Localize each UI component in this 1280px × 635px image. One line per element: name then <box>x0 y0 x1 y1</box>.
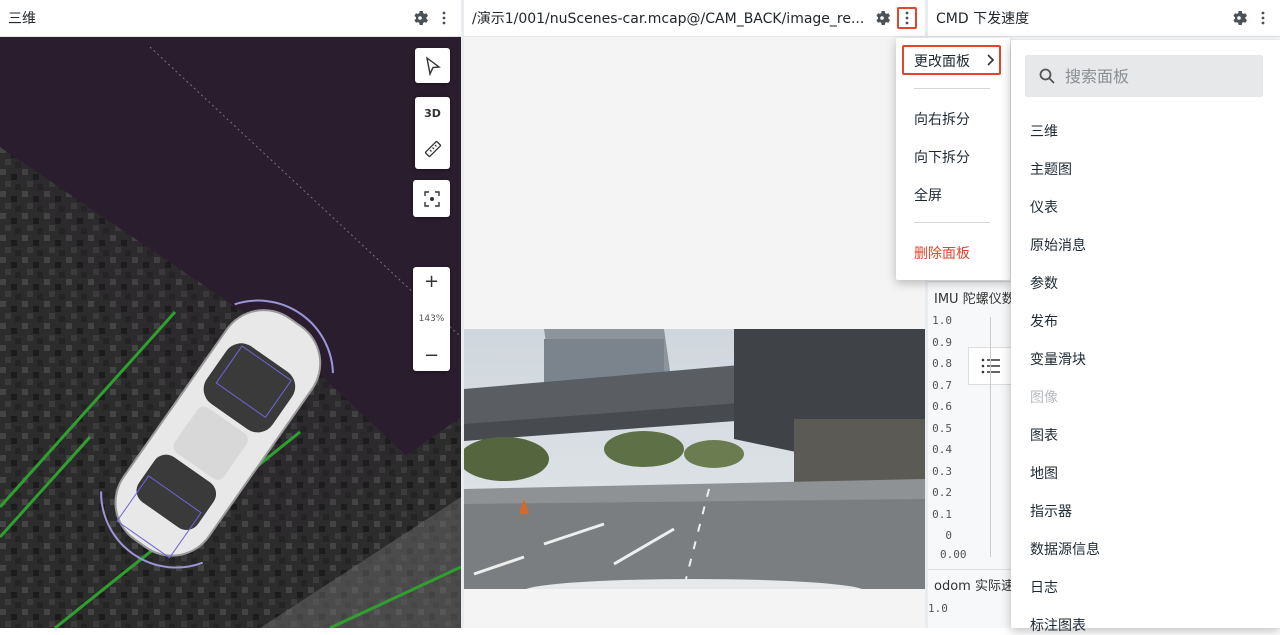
select-tool-button[interactable] <box>415 48 450 83</box>
menu-separator <box>914 88 990 89</box>
focus-target-icon <box>423 190 440 207</box>
settings-gear-icon[interactable] <box>1230 9 1248 27</box>
panel-context-menu: 更改面板 向右拆分 向下拆分 全屏 删除面板 <box>896 38 1010 280</box>
panel-type-item[interactable]: 标注图表 <box>1030 615 1086 635</box>
panel-type-item[interactable]: 变量滑块 <box>1030 349 1086 369</box>
settings-gear-icon[interactable] <box>411 9 429 27</box>
y-axis-tick: 0.5 <box>932 421 952 435</box>
menu-separator <box>914 222 990 223</box>
panel-type-item[interactable]: 地图 <box>1030 463 1058 483</box>
search-icon <box>1039 68 1055 84</box>
zoom-out-button[interactable]: − <box>424 347 439 365</box>
panel-list-submenu: 三维主题图仪表原始消息参数发布变量滑块图像图表地图指示器数据源信息日志标注图表 <box>1011 40 1280 634</box>
x-axis-tick: 0.00 <box>940 548 967 561</box>
y-axis-tick: 0 <box>945 529 952 542</box>
search-input[interactable] <box>1065 66 1245 86</box>
panel-type-item[interactable]: 发布 <box>1030 311 1058 331</box>
y-axis-tick: 0.6 <box>932 400 952 413</box>
panel-header: CMD 下发速度 <box>928 0 1280 37</box>
zoom-controls: + 143% − <box>413 267 450 371</box>
street-scene-image <box>464 329 925 589</box>
chevron-right-icon <box>987 54 994 66</box>
recenter-button[interactable] <box>413 180 450 217</box>
gridline <box>990 317 991 557</box>
y-axis-tick: 0.3 <box>932 464 952 478</box>
y-axis-tick: 1.0 <box>932 314 952 327</box>
view-tools-group: 3D <box>415 97 450 169</box>
odom-plot-title: odom 实际速 <box>934 579 1014 594</box>
panel-type-item[interactable]: 原始消息 <box>1030 235 1086 255</box>
cursor-arrow-icon <box>425 55 441 76</box>
fullscreen-item[interactable]: 全屏 <box>914 185 942 205</box>
more-vertical-icon[interactable] <box>435 9 453 27</box>
imu-plot-title: IMU 陀螺仪数 <box>934 292 1015 307</box>
more-vertical-icon[interactable] <box>1254 9 1272 27</box>
y-axis-tick: 0.2 <box>932 486 952 499</box>
panel-title: /演示1/001/nuScenes-car.mcap@/CAM_BACK/ima… <box>472 11 865 27</box>
panel-title: CMD 下发速度 <box>936 11 1030 27</box>
y-axis-tick: 0.7 <box>932 378 952 392</box>
image-panel: /演示1/001/nuScenes-car.mcap@/CAM_BACK/ima… <box>464 0 925 628</box>
panel-type-item[interactable]: 指示器 <box>1030 501 1072 521</box>
panel-divider[interactable] <box>461 0 464 628</box>
y-axis-tick: 0.8 <box>932 357 952 370</box>
y-axis-tick: 0.4 <box>932 443 952 456</box>
camera-image <box>464 329 925 589</box>
panel-type-item[interactable]: 仪表 <box>1030 197 1058 217</box>
ruler-icon[interactable] <box>423 139 443 159</box>
three-d-panel: 三维 3D + 143% − <box>0 0 461 628</box>
panel-type-item[interactable]: 三维 <box>1030 121 1058 141</box>
three-d-viewport[interactable]: 3D + 143% − <box>0 37 461 628</box>
more-vertical-icon[interactable] <box>897 7 917 29</box>
scene-render <box>0 37 461 628</box>
y-axis-tick: 1.0 <box>928 602 948 615</box>
panel-type-item[interactable]: 图表 <box>1030 425 1058 445</box>
settings-gear-icon[interactable] <box>873 9 891 27</box>
mode-3d-button[interactable]: 3D <box>424 107 441 120</box>
panel-header: 三维 <box>0 0 461 37</box>
panel-type-item[interactable]: 数据源信息 <box>1030 539 1100 559</box>
split-right-item[interactable]: 向右拆分 <box>914 109 970 129</box>
delete-panel-item[interactable]: 删除面板 <box>914 243 970 263</box>
panel-title: 三维 <box>8 11 36 27</box>
split-down-item[interactable]: 向下拆分 <box>914 147 970 167</box>
y-axis-tick: 0.9 <box>932 335 952 349</box>
panel-type-item[interactable]: 日志 <box>1030 577 1058 597</box>
panel-type-item: 图像 <box>1030 390 1058 406</box>
panel-header: /演示1/001/nuScenes-car.mcap@/CAM_BACK/ima… <box>464 0 925 37</box>
zoom-in-button[interactable]: + <box>424 273 439 291</box>
panel-type-item[interactable]: 主题图 <box>1030 159 1072 179</box>
y-axis-tick: 0.1 <box>932 507 952 521</box>
zoom-level-label: 143% <box>418 314 445 324</box>
change-panel-item[interactable]: 更改面板 <box>914 51 970 71</box>
panel-type-item[interactable]: 参数 <box>1030 273 1058 293</box>
search-box <box>1025 55 1263 97</box>
